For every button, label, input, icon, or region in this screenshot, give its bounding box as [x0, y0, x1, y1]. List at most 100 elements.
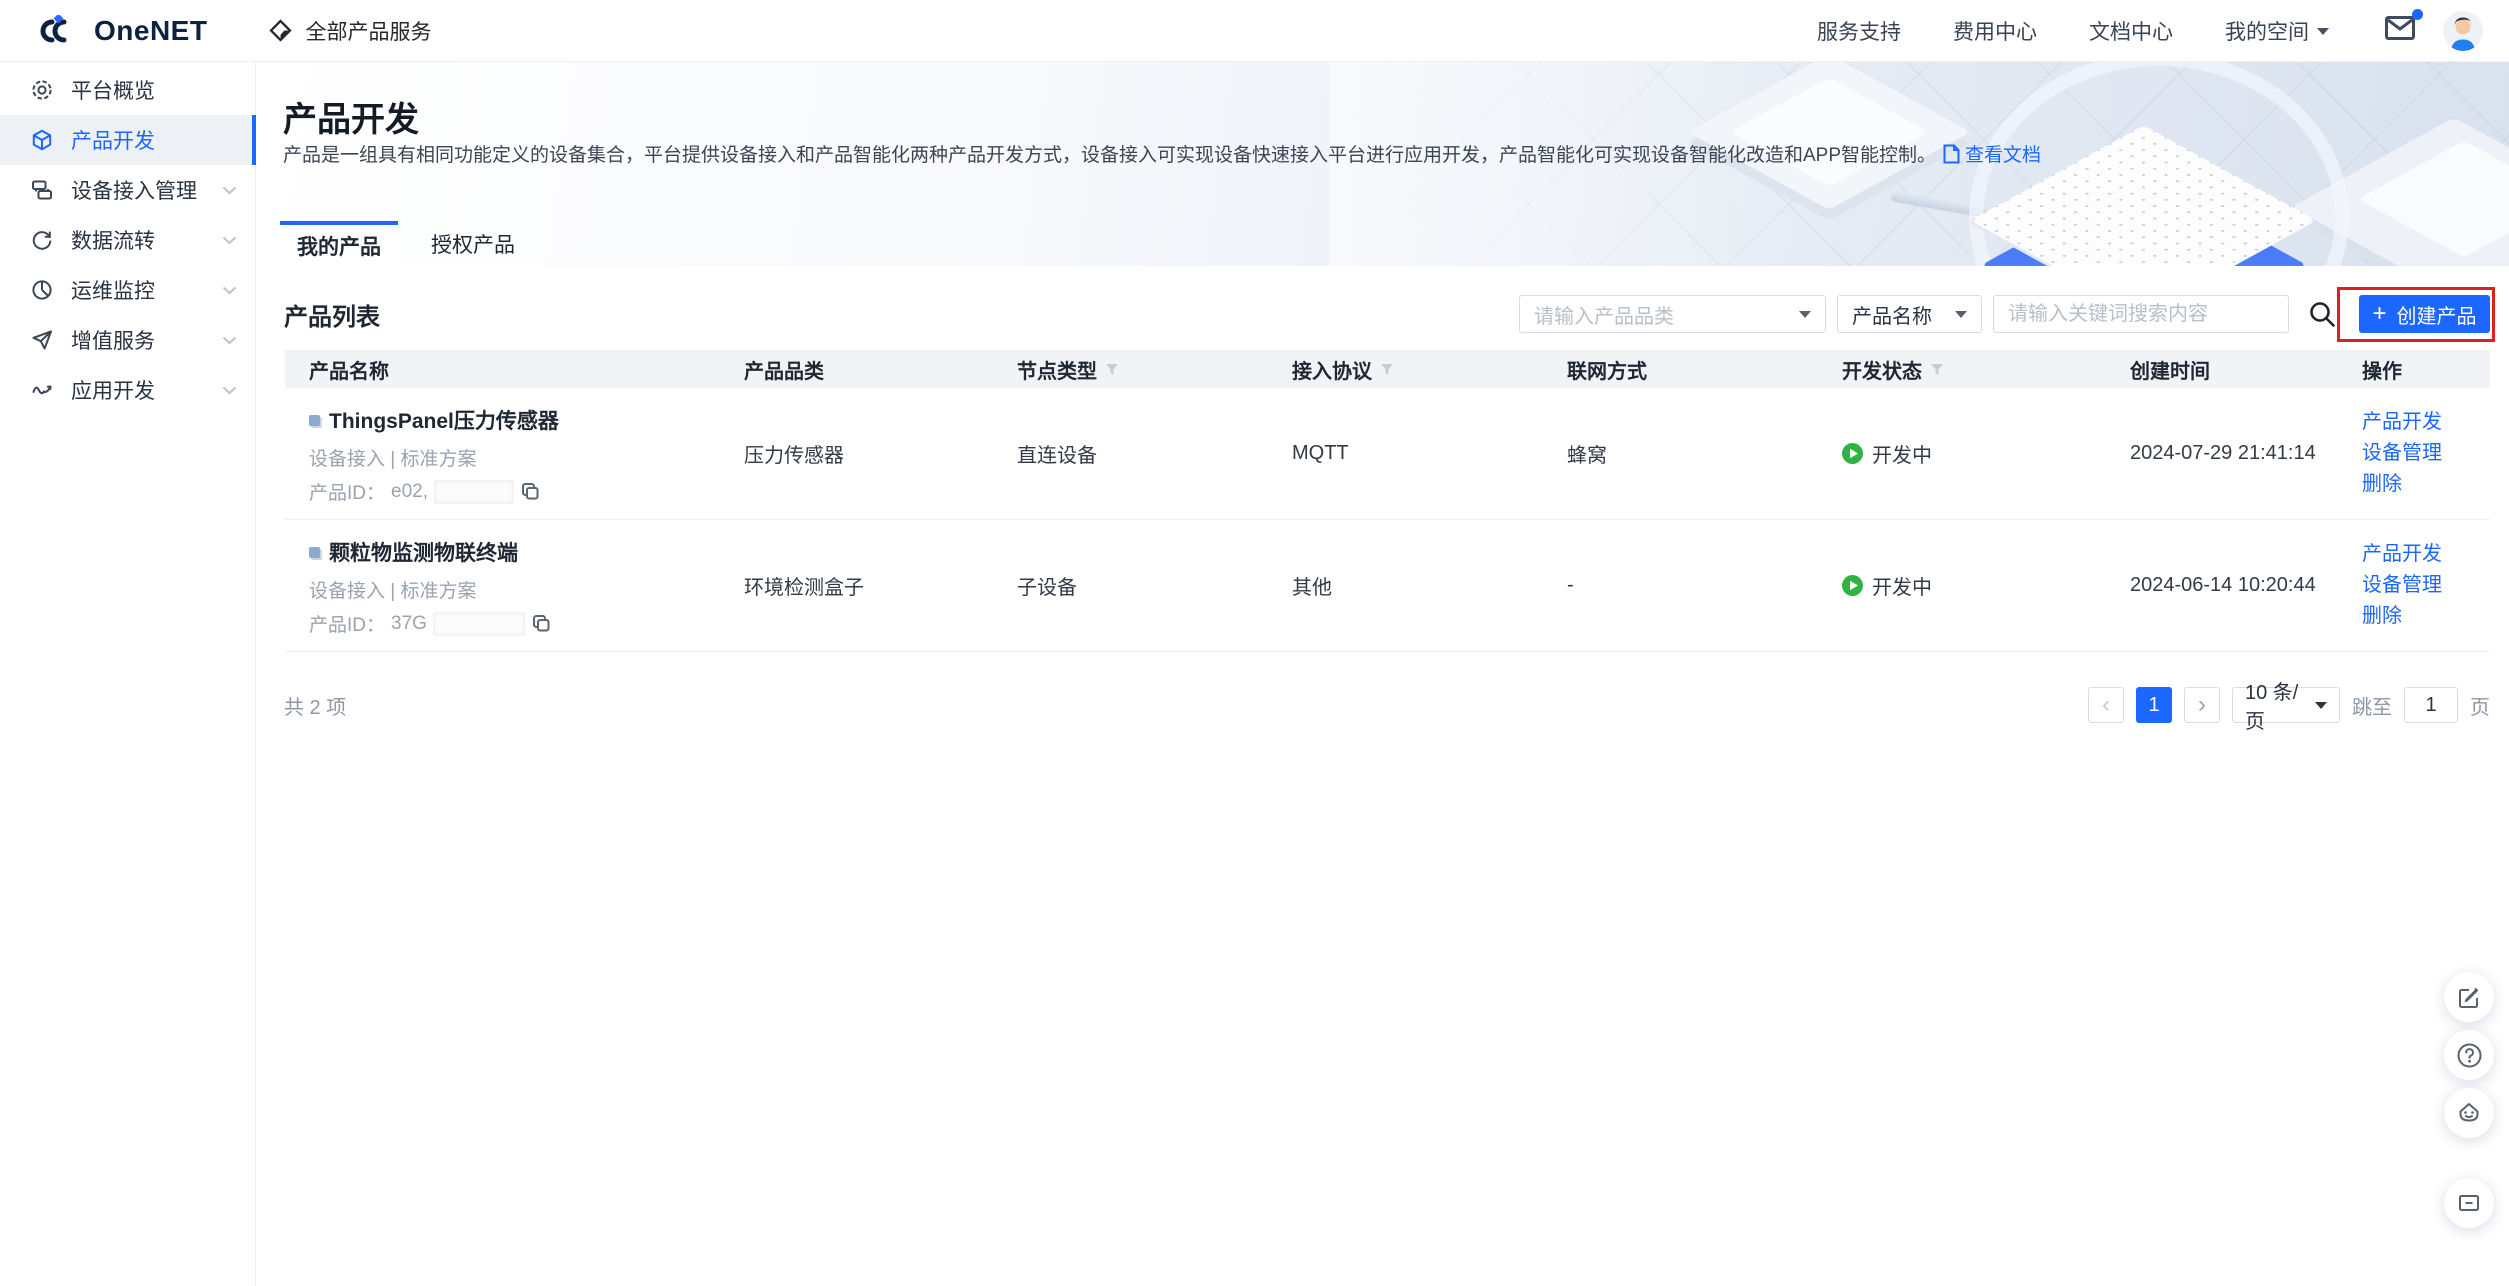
sidebar-item-platform-overview[interactable]: 平台概览 — [0, 65, 255, 115]
sidebar-item-data-flow[interactable]: 数据流转 — [0, 215, 255, 265]
prev-icon: ‹ — [2102, 691, 2110, 719]
sidebar: 平台概览 产品开发 设备接入管理 数据流转 运 — [0, 62, 256, 1286]
redacted-id — [434, 480, 514, 504]
action-delete[interactable]: 删除 — [2362, 606, 2402, 627]
collapse-panel-button[interactable] — [2444, 1178, 2494, 1228]
create-product-button[interactable]: + 创建产品 — [2359, 295, 2490, 333]
devices-icon — [30, 178, 54, 202]
table-row: 颗粒物监测物联终端 设备接入 | 标准方案 产品ID： 37G 环境检测盒子 子… — [285, 520, 2490, 652]
product-id-value: e02, — [391, 481, 428, 503]
view-docs-label: 查看文档 — [1965, 140, 2041, 167]
product-table: 产品名称 产品品类 节点类型 接入协议 联网方式 开发状态 创建时间 操作 — [285, 350, 2490, 652]
nav-my-space-label: 我的空间 — [2225, 16, 2309, 46]
messages-button[interactable] — [2385, 16, 2415, 45]
customer-service-button[interactable] — [2444, 1088, 2494, 1138]
col-protocol: 接入协议 — [1268, 350, 1543, 388]
chevron-down-icon — [222, 186, 237, 195]
tab-my-products[interactable]: 我的产品 — [280, 221, 398, 266]
nav-service-support[interactable]: 服务支持 — [1817, 16, 1901, 46]
search-field-select[interactable]: 产品名称 — [1837, 295, 1982, 333]
onenet-logo[interactable]: OneNET — [38, 15, 207, 47]
overview-icon — [30, 78, 54, 102]
sidebar-item-device-access[interactable]: 设备接入管理 — [0, 165, 255, 215]
keyword-input[interactable] — [2008, 303, 2274, 326]
sidebar-item-product-development[interactable]: 产品开发 — [0, 115, 255, 165]
chevron-down-icon — [1955, 311, 1967, 318]
page-title: 产品开发 — [283, 92, 419, 141]
sidebar-item-label: 平台概览 — [71, 75, 155, 105]
action-product-develop[interactable]: 产品开发 — [2362, 412, 2442, 433]
sidebar-item-label: 运维监控 — [71, 275, 155, 305]
panel-minus-icon — [2456, 1190, 2482, 1216]
sidebar-item-ops-monitoring[interactable]: 运维监控 — [0, 265, 255, 315]
filter-icon[interactable] — [1380, 363, 1394, 376]
category-select[interactable]: 请输入产品品类 — [1519, 295, 1826, 333]
product-id-label: 产品ID： — [309, 610, 385, 637]
sidebar-item-app-development[interactable]: 应用开发 — [0, 365, 255, 415]
nav-my-space[interactable]: 我的空间 — [2225, 16, 2329, 46]
user-avatar[interactable] — [2443, 11, 2483, 51]
cell-node-type: 子设备 — [993, 520, 1268, 651]
search-button[interactable] — [2300, 295, 2344, 333]
feedback-button[interactable] — [2444, 972, 2494, 1022]
status-text: 开发中 — [1872, 571, 1932, 600]
chevron-down-icon — [1799, 311, 1811, 318]
action-device-manage[interactable]: 设备管理 — [2362, 443, 2442, 464]
redacted-id — [433, 612, 525, 636]
filter-icon[interactable] — [1105, 363, 1119, 376]
cell-product-name: 颗粒物监测物联终端 设备接入 | 标准方案 产品ID： 37G — [285, 520, 720, 651]
sidebar-item-label: 应用开发 — [71, 375, 155, 405]
question-icon — [2456, 1042, 2483, 1069]
prev-page-button[interactable]: ‹ — [2088, 687, 2124, 723]
chevron-down-icon — [222, 286, 237, 295]
product-id-value: 37G — [391, 613, 427, 635]
sidebar-item-value-services[interactable]: 增值服务 — [0, 315, 255, 365]
action-product-develop[interactable]: 产品开发 — [2362, 544, 2442, 565]
help-button[interactable] — [2444, 1030, 2494, 1080]
page-size-value: 10 条/页 — [2245, 676, 2315, 734]
cell-protocol: 其他 — [1268, 520, 1543, 651]
all-products-menu[interactable]: 全部产品服务 — [269, 16, 431, 46]
search-field-value: 产品名称 — [1852, 300, 1932, 329]
product-badges: 设备接入 | 标准方案 — [309, 576, 477, 603]
nav-doc-center[interactable]: 文档中心 — [2089, 16, 2173, 46]
action-device-manage[interactable]: 设备管理 — [2362, 575, 2442, 596]
col-node-type: 节点类型 — [993, 350, 1268, 388]
status-text: 开发中 — [1872, 439, 1932, 468]
action-delete[interactable]: 删除 — [2362, 474, 2402, 495]
copy-icon[interactable] — [531, 613, 552, 634]
filter-icon[interactable] — [1930, 363, 1944, 376]
chevron-down-icon — [222, 336, 237, 345]
document-icon — [1943, 144, 1960, 164]
cell-category: 压力传感器 — [720, 388, 993, 519]
top-navigation: 服务支持 费用中心 文档中心 我的空间 — [1817, 16, 2329, 46]
cell-node-type: 直连设备 — [993, 388, 1268, 519]
next-icon: › — [2198, 691, 2206, 719]
page-number-current[interactable]: 1 — [2136, 687, 2172, 723]
next-page-button[interactable]: › — [2184, 687, 2220, 723]
nav-cost-center[interactable]: 费用中心 — [1953, 16, 2037, 46]
col-actions: 操作 — [2338, 350, 2490, 388]
copy-icon[interactable] — [520, 481, 541, 502]
page-description: 产品是一组具有相同功能定义的设备集合，平台提供设备接入和产品智能化两种产品开发方… — [283, 140, 1936, 167]
view-docs-link[interactable]: 查看文档 — [1943, 140, 2041, 167]
pulse-icon — [30, 378, 54, 402]
notification-badge — [2412, 9, 2423, 20]
cube-icon — [30, 128, 54, 152]
product-id-line: 产品ID： 37G — [309, 610, 552, 637]
col-created: 创建时间 — [2106, 350, 2338, 388]
col-category: 产品品类 — [720, 350, 993, 388]
product-name: 颗粒物监测物联终端 — [329, 537, 518, 567]
sidebar-item-label: 产品开发 — [71, 125, 155, 155]
robot-icon — [2455, 1099, 2483, 1127]
mail-icon — [2385, 16, 2415, 40]
cell-status: 开发中 — [1818, 388, 2106, 519]
pagination: 共 2 项 ‹ 1 › 10 条/页 跳至 页 — [284, 687, 2490, 723]
col-network: 联网方式 — [1543, 350, 1818, 388]
page-size-select[interactable]: 10 条/页 — [2232, 687, 2340, 723]
paper-plane-icon — [30, 328, 54, 352]
tab-authorized-products[interactable]: 授权产品 — [398, 221, 548, 266]
filters: 请输入产品品类 产品名称 + 创建产品 — [1519, 295, 2490, 333]
jump-page-input[interactable] — [2404, 687, 2458, 723]
edit-icon — [2456, 984, 2482, 1010]
